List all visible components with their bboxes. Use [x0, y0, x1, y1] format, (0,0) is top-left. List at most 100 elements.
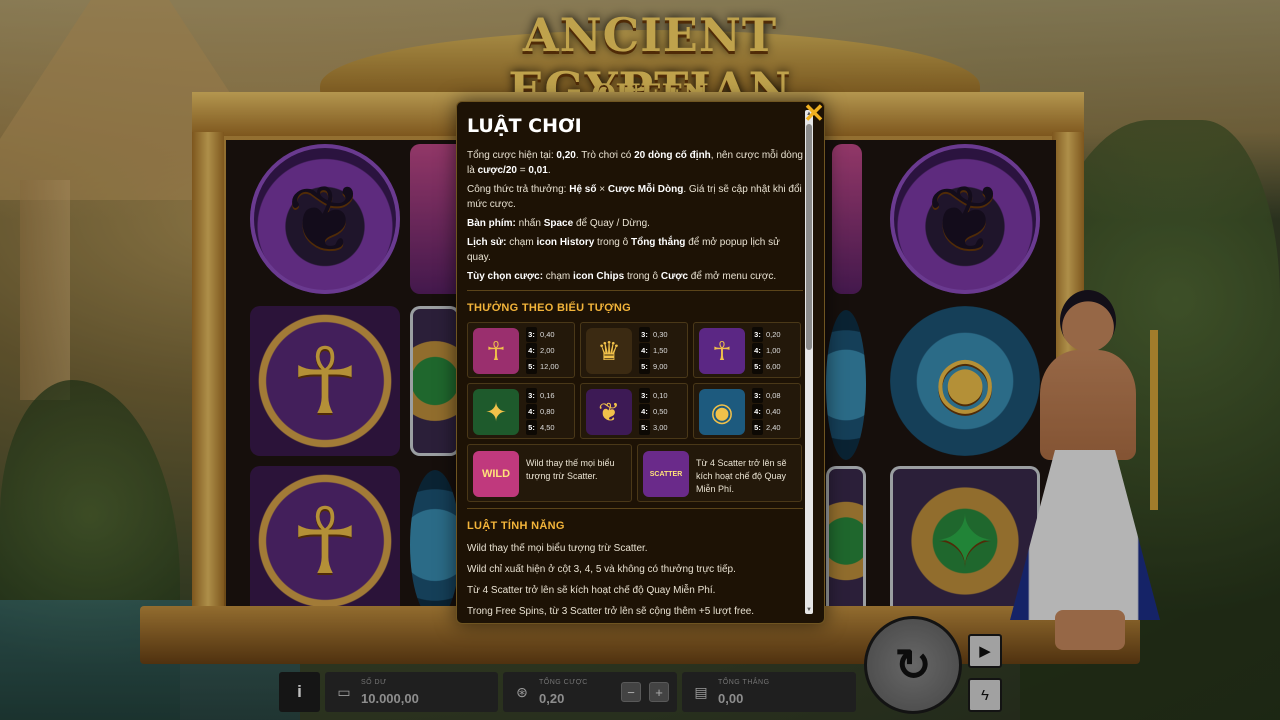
payout-count: 3:	[639, 388, 650, 403]
payout-row: 5: 4,50	[526, 420, 572, 435]
wild-icon: WILD	[473, 451, 519, 497]
features-list: Wild thay thế mọi biểu tượng trừ Scatter…	[467, 540, 803, 617]
payout-count: 3:	[526, 327, 537, 342]
rules-emphasis: 0,20	[556, 150, 576, 161]
rules-popup: LUẬT CHƠI Tổng cược hiện tại: 0,20. Trò …	[456, 101, 825, 624]
scatter-icon: SCATTER	[643, 451, 689, 497]
rules-paragraph: Bàn phím: nhấn Space để Quay / Dừng.	[467, 216, 803, 231]
queen-icon: ☥	[473, 328, 519, 374]
payout-value: 0,40	[766, 407, 781, 416]
payout-value: 1,00	[766, 346, 781, 355]
payout-value: 0,40	[540, 330, 555, 339]
rules-emphasis: cược/20	[477, 165, 517, 176]
payout-row: 3: 0,40	[526, 327, 572, 342]
payout-row: 5: 9,00	[639, 359, 685, 374]
rules-scrollbar[interactable]: ▲ ▼	[805, 110, 813, 614]
payout-count: 5:	[752, 359, 763, 374]
payout-count: 3:	[752, 388, 763, 403]
payout-row: 4: 2,00	[526, 343, 572, 358]
payout-count: 5:	[752, 420, 763, 435]
rules-emphasis: Space	[543, 218, 574, 229]
payout-count: 4:	[526, 343, 537, 358]
payout-value: 6,00	[766, 362, 781, 371]
rules-title: LUẬT CHƠI	[467, 115, 582, 137]
payout-value: 0,30	[653, 330, 668, 339]
payout-row: 4: 0,80	[526, 404, 572, 419]
special-symbol-description: Từ 4 Scatter trở lên sẽ kích hoạt chế độ…	[696, 458, 787, 494]
rules-emphasis: icon History	[536, 237, 595, 248]
payout-count: 3:	[526, 388, 537, 403]
pharaoh-mask-icon: ♛	[586, 328, 632, 374]
rules-intro: Tổng cược hiện tại: 0,20. Trò chơi có 20…	[467, 148, 803, 284]
paytable-card: ✦ 3: 0,16 4: 0,80 5: 4,50	[467, 383, 575, 439]
payout-value: 0,80	[540, 407, 555, 416]
ankh-icon: ☥	[699, 328, 745, 374]
special-symbol-card: WILD Wild thay thế mọi biểu tượng trừ Sca…	[467, 444, 632, 502]
payout-value: 0,20	[766, 330, 781, 339]
scroll-down-arrow-icon[interactable]: ▼	[805, 606, 813, 614]
rules-text: chạm	[506, 237, 537, 248]
payout-value: 2,40	[766, 423, 781, 432]
payout-value: 1,50	[653, 346, 668, 355]
rules-text: . Trò chơi có	[575, 150, 635, 161]
payout-count: 4:	[752, 343, 763, 358]
symbol-paytable: ☥ 3: 0,40 4: 2,00 5: 12,00 ♛ 3: 0,30 4: 1,50 5: 9,00 ☥…	[467, 322, 803, 439]
rules-text: Công thức trả thưởng:	[467, 184, 570, 195]
payout-row: 3: 0,16	[526, 388, 572, 403]
rules-emphasis: Tổng thắng	[630, 237, 686, 248]
rules-paragraph: Tùy chọn cược: chạm icon Chips trong ô C…	[467, 269, 803, 284]
payout-value: 0,08	[766, 391, 781, 400]
payout-value: 0,10	[653, 391, 668, 400]
rules-text: trong ô	[624, 271, 661, 282]
close-icon[interactable]: ✕	[802, 100, 826, 126]
payout-row: 3: 0,08	[752, 388, 798, 403]
rules-emphasis: 20 dòng cố định	[634, 150, 711, 161]
payout-count: 5:	[526, 359, 537, 374]
rules-paragraph: Lịch sử: chạm icon History trong ô Tổng …	[467, 235, 803, 265]
scarab-icon: ✦	[473, 389, 519, 435]
symbols-section-title: THƯỞNG THEO BIỂU TƯỢNG	[467, 302, 632, 314]
features-section-title: LUẬT TÍNH NĂNG	[467, 520, 565, 532]
payout-count: 5:	[639, 359, 650, 374]
rules-text: chạm	[543, 271, 574, 282]
rules-text: Tổng cược hiện tại:	[467, 150, 557, 161]
paytable-card: ◉ 3: 0,08 4: 0,40 5: 2,40	[693, 383, 801, 439]
payout-count: 3:	[639, 327, 650, 342]
eye-of-horus-icon: ◉	[699, 389, 745, 435]
payout-row: 3: 0,20	[752, 327, 798, 342]
rules-emphasis: 0,01	[528, 165, 548, 176]
rules-emphasis: Cược	[660, 271, 689, 282]
rules-paragraph: Công thức trả thưởng: Hệ số × Cược Mỗi D…	[467, 182, 803, 212]
payout-count: 5:	[526, 420, 537, 435]
payout-row: 3: 0,10	[639, 388, 685, 403]
payout-value: 2,00	[540, 346, 555, 355]
rules-emphasis: Bàn phím:	[467, 218, 516, 229]
rules-paragraph: Tổng cược hiện tại: 0,20. Trò chơi có 20…	[467, 148, 803, 178]
rules-text: =	[516, 165, 529, 176]
payout-value: 0,16	[540, 391, 555, 400]
payout-count: 4:	[639, 404, 650, 419]
payout-row: 4: 1,50	[639, 343, 685, 358]
payout-row: 5: 3,00	[639, 420, 685, 435]
payout-value: 3,00	[653, 423, 668, 432]
paytable-card: ♛ 3: 0,30 4: 1,50 5: 9,00	[580, 322, 688, 378]
scroll-thumb[interactable]	[806, 124, 812, 350]
rules-text: .	[547, 165, 551, 176]
paytable-card: ❦ 3: 0,10 4: 0,50 5: 3,00	[580, 383, 688, 439]
divider	[467, 290, 803, 291]
payout-row: 4: 0,50	[639, 404, 685, 419]
divider	[467, 508, 803, 509]
payout-count: 5:	[639, 420, 650, 435]
feature-rule: Wild thay thế mọi biểu tượng trừ Scatter…	[467, 543, 648, 554]
payout-value: 0,50	[653, 407, 668, 416]
feature-rule: Từ 4 Scatter trở lên sẽ kích hoạt chế độ…	[467, 585, 716, 596]
rules-text: để Quay / Dừng.	[573, 218, 650, 229]
special-symbol-description: Wild thay thế mọi biểu tượng trừ Scatter…	[526, 458, 615, 481]
rules-emphasis: Cược Mỗi Dòng	[607, 184, 684, 195]
payout-count: 4:	[526, 404, 537, 419]
payout-value: 9,00	[653, 362, 668, 371]
payout-count: 3:	[752, 327, 763, 342]
payout-value: 12,00	[540, 362, 559, 371]
feature-rule: Wild chỉ xuất hiện ở cột 3, 4, 5 và khôn…	[467, 564, 736, 575]
special-symbols: WILD Wild thay thế mọi biểu tượng trừ Sca…	[467, 444, 803, 502]
